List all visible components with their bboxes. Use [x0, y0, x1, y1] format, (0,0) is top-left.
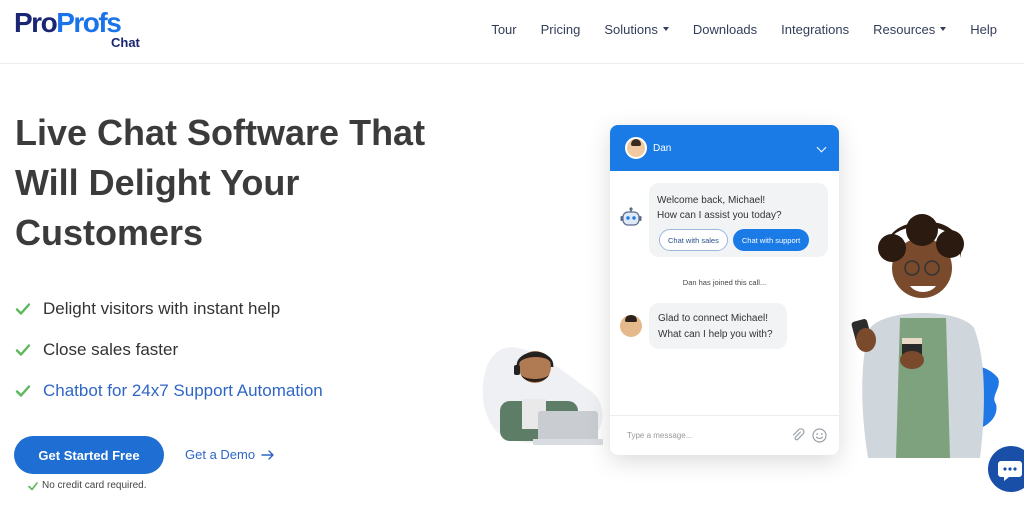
chat-with-support-button[interactable]: Chat with support — [732, 229, 810, 251]
chat-widget-header: Dan — [610, 125, 839, 171]
nav-downloads[interactable]: Downloads — [693, 22, 757, 37]
logo-subtitle: Chat — [111, 35, 140, 50]
agent-message: Glad to connect Michael! What can I help… — [649, 303, 787, 349]
nav-pricing[interactable]: Pricing — [541, 22, 581, 37]
chat-widget-preview: Dan Welcome back, Michael! How can I ass… — [610, 125, 839, 455]
proprofs-chat-logo[interactable]: ProProfs Chat — [14, 8, 144, 56]
nav-resources[interactable]: Resources — [873, 22, 947, 37]
logo-wordmark: ProProfs — [14, 7, 122, 38]
nav-tour[interactable]: Tour — [491, 22, 516, 37]
nav-help[interactable]: Help — [970, 22, 997, 37]
agent-with-headset-illustration — [482, 347, 603, 445]
caret-down-icon — [662, 27, 669, 31]
woman-with-phone-illustration — [851, 214, 999, 458]
feature-item: Delight visitors with instant help — [15, 288, 323, 329]
no-credit-card-note: No credit card required. — [28, 480, 147, 491]
site-header: ProProfs Chat Tour Pricing Solutions Dow… — [0, 0, 1024, 64]
feature-list: Delight visitors with instant help Close… — [15, 288, 323, 411]
main-nav: Tour Pricing Solutions Downloads Integra… — [491, 0, 997, 58]
message-input-placeholder: Type a message... — [627, 431, 693, 440]
agent-avatar-small — [620, 315, 642, 337]
chatbot-icon — [620, 207, 642, 226]
check-icon — [15, 384, 31, 397]
chevron-down-icon[interactable] — [816, 142, 827, 153]
chat-with-sales-button[interactable]: Chat with sales — [659, 229, 728, 251]
feature-item-chatbot-link[interactable]: Chatbot for 24x7 Support Automation — [15, 370, 323, 411]
emoji-icon[interactable] — [812, 428, 827, 443]
quick-replies: Chat with sales Chat with support — [659, 229, 810, 251]
arrow-right-icon — [261, 449, 274, 460]
hero-title: Live Chat Software That Will Delight You… — [15, 112, 426, 253]
message-input[interactable]: Type a message... — [610, 415, 839, 455]
nav-integrations[interactable]: Integrations — [781, 22, 849, 37]
paperclip-icon[interactable] — [791, 428, 805, 442]
bot-welcome-message: Welcome back, Michael! How can I assist … — [649, 183, 828, 257]
chat-bubble-icon[interactable] — [988, 446, 1024, 492]
get-a-demo-link[interactable]: Get a Demo — [185, 447, 275, 462]
feature-item: Close sales faster — [15, 329, 323, 370]
check-icon — [28, 481, 38, 490]
agent-avatar — [625, 137, 647, 159]
get-started-free-button[interactable]: Get Started Free — [14, 436, 164, 474]
agent-joined-notice: Dan has joined this call... — [682, 278, 767, 287]
agent-name: Dan — [653, 142, 672, 154]
caret-down-icon — [940, 27, 947, 31]
input-actions — [791, 428, 827, 443]
nav-solutions[interactable]: Solutions — [604, 22, 669, 37]
check-icon — [15, 302, 31, 315]
check-icon — [15, 343, 31, 356]
